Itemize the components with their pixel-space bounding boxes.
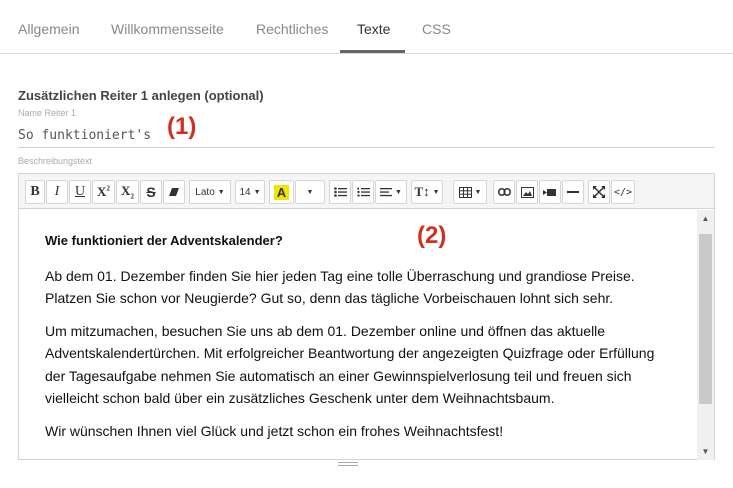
horizontal-rule-icon <box>567 191 579 193</box>
unordered-list-icon <box>333 187 347 197</box>
editor-content[interactable]: Wie funktioniert der Adventskalender? Ab… <box>19 210 697 460</box>
active-tab-indicator <box>340 50 405 53</box>
text-color-button[interactable]: A <box>269 180 294 204</box>
caret-down-icon: ▼ <box>217 188 225 196</box>
eraser-icon <box>169 188 179 196</box>
editor-scrollbar[interactable]: ▲ ▼ <box>697 210 714 460</box>
code-view-button[interactable]: </> <box>611 180 635 204</box>
ordered-list-icon <box>357 187 370 197</box>
text-color-icon: A <box>273 184 290 200</box>
unordered-list-button[interactable] <box>329 180 351 204</box>
editor-toolbar: B I U X2 X2 S Lato ▼ 14 ▼ A ▼ ▼ T↕ ▼ ▼ <… <box>19 174 714 209</box>
image-icon <box>520 186 534 198</box>
italic-button[interactable]: I <box>46 180 68 204</box>
caret-down-icon: ▼ <box>474 188 482 196</box>
subscript-icon: X2 <box>121 183 134 201</box>
annotation-marker-1: (1) <box>167 113 197 140</box>
tab-texte[interactable]: Texte <box>357 21 390 37</box>
superscript-button[interactable]: X2 <box>92 180 115 204</box>
italic-icon: I <box>54 184 60 199</box>
font-size-dropdown[interactable]: 14 ▼ <box>235 180 265 204</box>
annotation-marker-2: (2) <box>417 222 447 249</box>
scroll-up-icon[interactable]: ▲ <box>697 210 714 227</box>
tab-willkommensseite[interactable]: Willkommensseite <box>111 21 224 37</box>
content-paragraph-1: Ab dem 01. Dezember finden Sie hier jede… <box>45 267 635 307</box>
fullscreen-icon <box>593 186 605 198</box>
subscript-button[interactable]: X2 <box>116 180 139 204</box>
scroll-thumb[interactable] <box>699 234 712 404</box>
video-button[interactable] <box>539 180 561 204</box>
font-size-value: 14 <box>239 186 251 198</box>
strikethrough-button[interactable]: S <box>140 180 162 204</box>
strikethrough-icon: S <box>146 184 156 200</box>
tab-css[interactable]: CSS <box>422 21 451 37</box>
content-paragraph-2: Um mitzumachen, besuchen Sie uns ab dem … <box>45 322 655 407</box>
table-icon <box>458 186 472 198</box>
tab-name-input[interactable] <box>18 120 715 148</box>
tab-bar: Allgemein Willkommensseite Rechtliches T… <box>0 0 733 54</box>
table-dropdown[interactable]: ▼ <box>453 180 487 204</box>
name-field-label: Name Reiter 1 <box>18 108 77 118</box>
align-left-icon <box>380 188 393 197</box>
underline-icon: U <box>74 184 86 199</box>
superscript-icon: X2 <box>97 184 110 199</box>
bold-button[interactable]: B <box>25 180 45 204</box>
scroll-down-icon[interactable]: ▼ <box>697 443 714 460</box>
ordered-list-button[interactable] <box>352 180 374 204</box>
caret-down-icon: ▼ <box>432 188 440 196</box>
editor-resize-handle[interactable] <box>338 462 358 468</box>
underline-button[interactable]: U <box>69 180 91 204</box>
tab-rechtliches[interactable]: Rechtliches <box>256 21 328 37</box>
fullscreen-button[interactable] <box>588 180 610 204</box>
caret-down-icon: ▼ <box>306 188 314 196</box>
align-dropdown[interactable]: ▼ <box>375 180 407 204</box>
line-height-dropdown[interactable]: T↕ ▼ <box>411 180 443 204</box>
content-heading: Wie funktioniert der Adventskalender? <box>45 233 283 248</box>
bold-icon: B <box>30 184 40 199</box>
link-icon <box>497 188 511 196</box>
description-label: Beschreibungstext <box>18 156 93 166</box>
caret-down-icon: ▼ <box>253 188 261 196</box>
video-icon <box>543 188 556 196</box>
color-dropdown[interactable]: ▼ <box>295 180 325 204</box>
image-button[interactable] <box>516 180 538 204</box>
rich-text-editor: B I U X2 X2 S Lato ▼ 14 ▼ A ▼ ▼ T↕ ▼ ▼ <… <box>18 173 715 460</box>
font-family-dropdown[interactable]: Lato ▼ <box>189 180 231 204</box>
code-view-icon: </> <box>613 186 633 198</box>
line-height-icon: T↕ <box>414 184 430 199</box>
content-paragraph-3: Wir wünschen Ihnen viel Glück und jetzt … <box>45 422 504 439</box>
horizontal-rule-button[interactable] <box>562 180 584 204</box>
caret-down-icon: ▼ <box>395 188 402 196</box>
clear-format-button[interactable] <box>163 180 185 204</box>
section-title: Zusätzlichen Reiter 1 anlegen (optional) <box>18 88 264 103</box>
font-family-value: Lato <box>195 186 215 198</box>
link-button[interactable] <box>493 180 515 204</box>
tab-allgemein[interactable]: Allgemein <box>18 21 79 37</box>
